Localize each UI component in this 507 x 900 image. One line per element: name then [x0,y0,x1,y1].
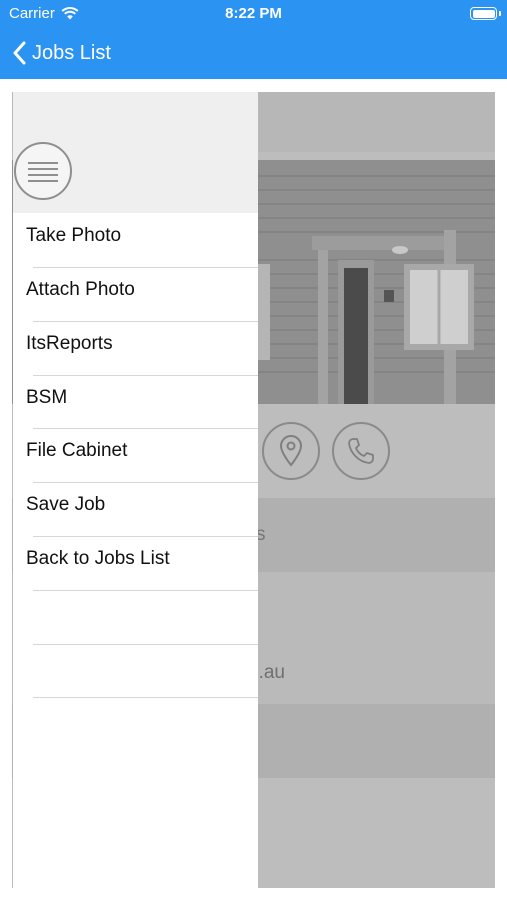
map-pin-icon [279,435,303,467]
clock: 8:22 PM [225,5,282,22]
menu-item-take-photo[interactable]: Take Photo [13,213,258,267]
call-button[interactable] [332,422,390,480]
menu-item-bsm[interactable]: BSM [13,375,258,429]
menu-item-empty [13,644,258,698]
menu-divider [33,697,258,698]
menu-item-back-to-jobs-list[interactable]: Back to Jobs List [13,536,258,590]
side-menu: Take Photo Attach Photo ItsReports BSM F… [13,92,258,888]
phone-icon [348,438,374,464]
menu-item-label: Attach Photo [26,279,135,300]
menu-toggle-button[interactable] [14,142,72,200]
nav-bar: Carrier 8:22 PM Jobs List [0,0,507,79]
status-bar: Carrier 8:22 PM [0,0,507,28]
menu-item-empty [13,590,258,644]
menu-item-label: ItsReports [26,333,113,354]
menu-item-label: Take Photo [26,225,122,246]
chevron-left-icon [13,41,26,65]
battery-icon [470,7,497,20]
map-button[interactable] [262,422,320,480]
menu-item-itsreports[interactable]: ItsReports [13,321,258,375]
menu-item-file-cabinet[interactable]: File Cabinet [13,428,258,482]
back-label: Jobs List [32,41,111,64]
menu-item-label: Back to Jobs List [26,548,170,569]
menu-item-label: Save Job [26,494,106,515]
menu-item-label: File Cabinet [26,440,128,461]
back-button[interactable]: Jobs List [12,38,111,68]
side-menu-header [13,92,258,213]
menu-item-label: BSM [26,387,68,408]
menu-item-save-job[interactable]: Save Job [13,482,258,536]
menu-item-attach-photo[interactable]: Attach Photo [13,267,258,321]
